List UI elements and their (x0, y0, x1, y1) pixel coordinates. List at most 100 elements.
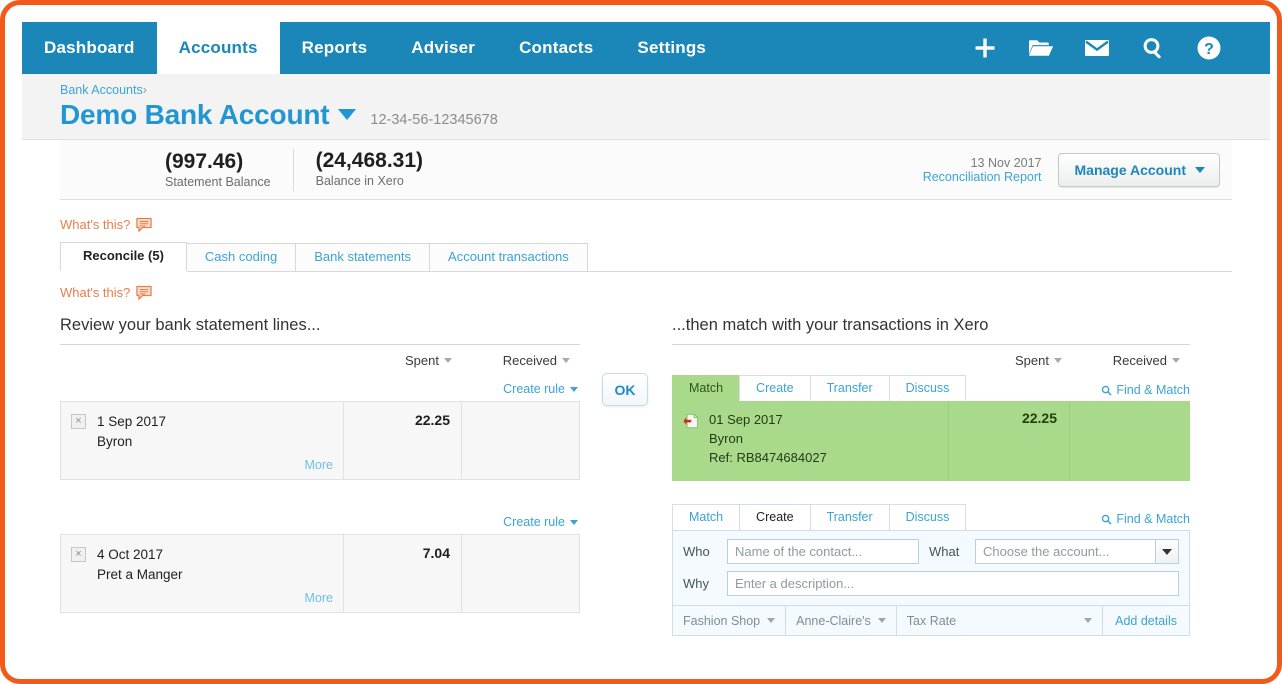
find-and-match-label: Find & Match (1116, 383, 1190, 397)
account-number: 12-34-56-12345678 (370, 112, 498, 128)
section-tabs: Reconcile (5) Cash coding Bank statement… (60, 242, 1232, 272)
folder-icon[interactable] (1026, 33, 1056, 63)
remove-line-icon[interactable]: × (71, 547, 86, 562)
breadcrumb-link[interactable]: Bank Accounts (60, 83, 143, 97)
page-title[interactable]: Demo Bank Account (60, 99, 330, 131)
manage-account-button[interactable]: Manage Account (1057, 152, 1220, 187)
xero-balance-block: (24,468.31) Balance in Xero (292, 148, 445, 191)
reconcile-workspace: Review your bank statement lines... Spen… (60, 302, 1232, 636)
create-tab-strip: Match Create Transfer Discuss Find & Mat… (672, 503, 1190, 530)
nav-tab-contacts[interactable]: Contacts (497, 22, 615, 74)
speech-bubble-icon (136, 285, 153, 300)
add-details-link[interactable]: Add details (1103, 606, 1189, 635)
top-navigation: Dashboard Accounts Reports Adviser Conta… (22, 22, 1270, 74)
what-input[interactable] (975, 539, 1179, 564)
create-tab-discuss[interactable]: Discuss (888, 504, 967, 530)
statement-line-row[interactable]: × 4 Oct 2017 Pret a Manger More 7.04 (60, 534, 580, 613)
matched-date: 01 Sep 2017 (709, 412, 783, 427)
left-amount-headers: Spent Received (60, 345, 580, 374)
search-icon[interactable] (1138, 33, 1168, 63)
xero-balance-amount: (24,468.31) (315, 148, 424, 172)
statement-line-payee: Pret a Manger (97, 566, 183, 582)
nav-tab-adviser[interactable]: Adviser (389, 22, 497, 74)
chevron-down-icon (570, 519, 578, 525)
nav-tab-label: Adviser (411, 38, 476, 57)
tab-bank-statements[interactable]: Bank statements (295, 243, 431, 271)
who-input[interactable] (727, 539, 919, 564)
statement-line-date: 4 Oct 2017 (97, 547, 164, 562)
xero-transactions-column: ...then match with your transactions in … (672, 302, 1190, 636)
tab-cash-coding[interactable]: Cash coding (185, 243, 297, 271)
tab-account-transactions[interactable]: Account transactions (429, 243, 588, 271)
chevron-down-icon (877, 618, 886, 623)
statement-balance-label: Statement Balance (165, 175, 271, 190)
chevron-down-icon[interactable] (338, 109, 357, 120)
nav-tab-settings[interactable]: Settings (615, 22, 728, 74)
chevron-down-icon (1195, 166, 1205, 173)
match-tab-discuss[interactable]: Discuss (888, 375, 967, 401)
nav-tab-dashboard[interactable]: Dashboard (22, 22, 157, 74)
chevron-down-icon (570, 386, 578, 392)
statement-line-row[interactable]: × 1 Sep 2017 Byron More 22.25 (60, 401, 580, 480)
remove-line-icon[interactable]: × (71, 414, 86, 429)
create-tab-transfer[interactable]: Transfer (809, 504, 890, 530)
reconciliation-date: 13 Nov 2017 (970, 155, 1042, 170)
column-header-received[interactable]: Received (462, 353, 580, 368)
xero-balance-label: Balance in Xero (315, 173, 404, 188)
nav-tab-accounts[interactable]: Accounts (156, 22, 280, 74)
tracking-dropdown[interactable]: Anne-Claire's (786, 606, 897, 635)
create-form-footer: Fashion Shop Anne-Claire's Tax Rate Add … (673, 605, 1189, 635)
whats-this-link-top[interactable]: What's this? (60, 217, 153, 232)
match-tab-transfer[interactable]: Transfer (809, 375, 890, 401)
find-and-match-link[interactable]: Find & Match (1101, 383, 1190, 401)
more-link[interactable]: More (305, 591, 333, 605)
create-rule-link[interactable]: Create rule (503, 382, 578, 396)
breadcrumb[interactable]: Bank Accounts› (60, 83, 1270, 97)
plus-icon[interactable] (970, 33, 1000, 63)
match-tab-label: Create (756, 381, 794, 395)
match-tab-match[interactable]: Match (672, 375, 741, 401)
chevron-down-icon (767, 618, 776, 623)
nav-tab-label: Dashboard (44, 38, 135, 57)
search-icon (1102, 514, 1112, 525)
tab-reconcile[interactable]: Reconcile (5) (60, 242, 187, 271)
column-header-received[interactable]: Received (1072, 353, 1190, 368)
region-dropdown[interactable]: Fashion Shop (673, 606, 787, 635)
what-dropdown-button[interactable] (1155, 540, 1178, 563)
nav-tab-label: Settings (637, 38, 707, 57)
whats-this-label: What's this? (60, 217, 131, 232)
create-tab-create[interactable]: Create (739, 504, 811, 530)
tracking-label: Anne-Claire's (796, 613, 871, 628)
account-header: Bank Accounts› Demo Bank Account 12-34-5… (22, 74, 1270, 140)
tab-label: Account transactions (448, 249, 569, 264)
right-amount-headers: Spent Received (672, 345, 1190, 374)
find-and-match-label: Find & Match (1116, 512, 1190, 526)
why-input[interactable] (727, 571, 1179, 596)
ok-button[interactable]: OK (602, 373, 648, 406)
reconciliation-report-link[interactable]: Reconciliation Report (923, 170, 1042, 184)
column-header-spent[interactable]: Spent (954, 353, 1072, 368)
app-page: Dashboard Accounts Reports Adviser Conta… (22, 22, 1270, 672)
document-icon (683, 413, 699, 429)
find-and-match-link[interactable]: Find & Match (1101, 512, 1190, 530)
help-icon[interactable]: ? (1194, 33, 1224, 63)
matched-transaction-row[interactable]: 01 Sep 2017 Byron Ref: RB8474684027 22.2… (672, 401, 1190, 481)
tax-rate-dropdown[interactable]: Tax Rate (897, 606, 1104, 635)
create-rule-label: Create rule (503, 515, 565, 529)
envelope-icon[interactable] (1082, 33, 1112, 63)
chevron-down-icon (1172, 358, 1180, 363)
create-tab-match[interactable]: Match (672, 504, 741, 530)
whats-this-link-bottom[interactable]: What's this? (60, 285, 153, 300)
column-header-spent[interactable]: Spent (344, 353, 462, 368)
speech-bubble-icon (136, 217, 153, 232)
more-link[interactable]: More (305, 458, 333, 472)
match-tab-strip: Match Create Transfer Discuss Find & Mat… (672, 374, 1190, 401)
column-header-label: Received (502, 353, 557, 368)
nav-tab-reports[interactable]: Reports (280, 22, 390, 74)
nav-tab-label: Accounts (178, 38, 258, 57)
match-tab-create[interactable]: Create (739, 375, 811, 401)
what-select-wrapper (975, 539, 1179, 564)
create-tab-label: Transfer (826, 510, 873, 524)
create-rule-link[interactable]: Create rule (503, 515, 578, 529)
chevron-down-icon (1084, 618, 1093, 623)
